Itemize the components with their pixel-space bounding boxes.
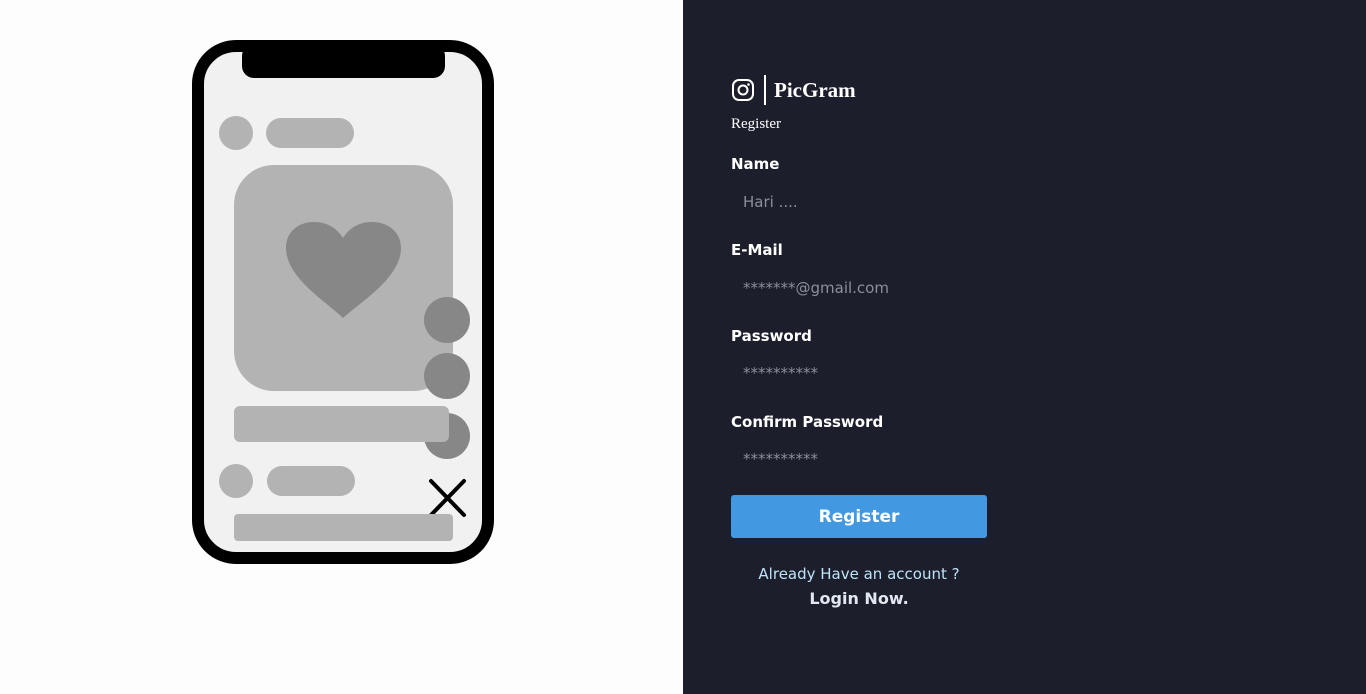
avatar-placeholder (219, 116, 253, 150)
confirm-password-label: Confirm Password (731, 413, 884, 431)
email-input[interactable] (731, 273, 987, 303)
username-placeholder-2 (267, 466, 355, 496)
register-button[interactable]: Register (731, 495, 987, 538)
brand: PicGram (731, 74, 856, 106)
instagram-icon (732, 79, 754, 101)
brand-divider (764, 75, 766, 105)
already-account-text: Already Have an account ? (758, 565, 960, 583)
name-input[interactable] (731, 187, 987, 217)
caption-placeholder (234, 406, 449, 442)
brand-name: PicGram (774, 77, 856, 102)
phone-notch (242, 44, 445, 78)
confirm-password-input[interactable] (731, 444, 987, 474)
password-input[interactable] (731, 358, 987, 388)
avatar-placeholder-2 (219, 464, 253, 498)
password-label: Password (731, 327, 812, 345)
email-label: E-Mail (731, 241, 783, 259)
illustration-pane (0, 0, 683, 694)
register-panel: PicGram Register Name E-Mail Password Co… (683, 0, 1366, 694)
caption-placeholder-2 (234, 514, 453, 541)
login-now-link[interactable]: Login Now. (731, 589, 987, 608)
name-label: Name (731, 155, 780, 173)
action-button-2 (424, 353, 470, 399)
action-button-1 (424, 297, 470, 343)
phone-illustration (192, 40, 494, 564)
username-placeholder (266, 118, 354, 148)
page-subtitle: Register (731, 116, 781, 132)
